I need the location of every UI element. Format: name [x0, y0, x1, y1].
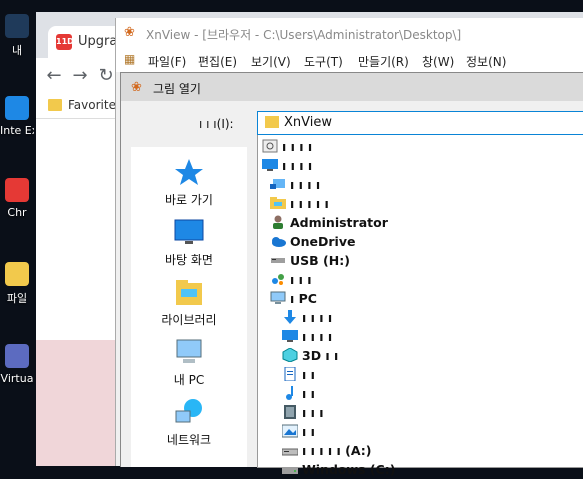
list-item-label: ı ı ı — [302, 405, 324, 420]
bookmark-folder-icon — [48, 99, 62, 111]
network-share-icon — [270, 177, 286, 191]
menu-item[interactable]: 보기(V) — [251, 53, 291, 70]
place-label: 바로 가기 — [165, 193, 213, 207]
look-in-dropdown[interactable]: XnView — [257, 111, 583, 135]
list-item-label: ı ı ı ı — [290, 177, 321, 192]
dialog-title: 그림 열기 — [153, 82, 201, 96]
place-label: 바탕 화면 — [165, 253, 213, 267]
desktop-shortcut-label: Chr — [7, 206, 27, 219]
menu-app-icon[interactable]: ▦ — [124, 52, 140, 68]
list-item-label: ı ı ı ı — [282, 139, 313, 154]
list-item-label: Windows (C:) — [302, 462, 396, 477]
list-item-label: ı ı — [302, 386, 315, 401]
menu-item[interactable]: 정보(N) — [466, 53, 506, 70]
library-icon — [173, 277, 205, 307]
3d-objects-icon — [282, 347, 298, 363]
look-in-dropdown-list: ı ı ı ı ı ı ı ı ı ı ı ı ı ı ı ı ı Administra… — [257, 135, 583, 477]
forward-arrow-icon[interactable]: → — [68, 64, 92, 88]
place-label: 라이브러리 — [161, 313, 217, 327]
folder-icon — [265, 116, 279, 128]
recent-icon — [262, 139, 278, 153]
look-in-value: XnView — [284, 115, 332, 130]
desktop-shortcut-label: 내 — [11, 44, 23, 57]
place-desktop[interactable]: 바탕 화면 — [131, 217, 247, 268]
list-item-label: OneDrive — [290, 234, 356, 249]
desktop-shortcut-icon — [5, 262, 29, 286]
usb-drive-icon — [270, 253, 286, 267]
desktop-shortcut[interactable]: 내 — [0, 14, 34, 58]
xnview-logo-icon: ❀ — [124, 25, 135, 40]
menu-item[interactable]: 창(W) — [422, 53, 454, 70]
list-item-label: ı ı — [302, 367, 315, 382]
network-icon — [173, 397, 205, 427]
document-icon — [282, 366, 298, 382]
place-label: 내 PC — [173, 373, 205, 387]
menu-item[interactable]: 편집(E) — [198, 53, 237, 70]
menu-item[interactable]: 도구(T) — [304, 53, 343, 70]
download-icon — [282, 310, 298, 324]
place-star[interactable]: 바로 가기 — [131, 157, 247, 208]
list-item-label: ı ı — [302, 424, 315, 439]
desktop-shortcut-label: Inte Exp — [0, 124, 34, 137]
desktop-icon — [262, 158, 278, 172]
list-item-label: ı ı ı ı — [302, 310, 333, 325]
picture-icon — [281, 424, 299, 438]
desktop-shortcut-label: Virtua — [0, 372, 34, 385]
list-item-label: ı ı ı — [290, 272, 312, 287]
desktop-icon — [173, 217, 205, 247]
list-item-label: ı PC — [290, 291, 317, 306]
desktop-shortcut[interactable]: Inte Exp — [0, 96, 34, 137]
video-icon — [282, 405, 298, 419]
desktop-shortcut-icon — [5, 344, 29, 368]
tab-favicon-icon: 11D — [56, 34, 74, 50]
menu-item[interactable]: 만들기(R) — [358, 53, 409, 70]
star-icon — [173, 157, 205, 187]
user-icon — [270, 215, 286, 229]
place-computer[interactable]: 내 PC — [131, 337, 247, 388]
xnview-logo-icon: ❀ — [131, 80, 142, 95]
desktop-shortcut-icon — [5, 96, 29, 120]
dialog-title-bar: ❀ 그림 열기 — [121, 73, 583, 101]
desktop-shortcut-icon — [5, 178, 29, 202]
list-item-label: ı ı ı ı ı (A:) — [302, 443, 372, 458]
open-picture-dialog: ❀ 그림 열기 ı ı ı(I): 바로 가기바탕 화면라이브러리내 PC 네트워… — [120, 72, 583, 477]
hard-drive-icon — [282, 462, 298, 476]
list-item-label: Administrator — [290, 215, 388, 230]
place-network[interactable]: 네트워크 — [131, 397, 247, 448]
desktop-shortcut-label: 파일 — [6, 292, 28, 305]
cloud-icon — [270, 234, 286, 248]
place-label: 네트워크 — [166, 433, 212, 447]
list-item-label: ı ı ı ı — [302, 329, 333, 344]
computer-icon — [270, 291, 286, 305]
xnview-title-bar: ❀ XnView - [브라우저 - C:\Users\Administrato… — [116, 18, 583, 48]
desktop-shortcut[interactable]: 파일 — [0, 262, 34, 306]
list-item-label: 3D ı ı — [302, 348, 339, 363]
floppy-drive-icon — [281, 443, 299, 457]
folder-icon — [270, 196, 286, 210]
desktop-icon — [282, 329, 298, 343]
look-in-label: ı ı ı(I): — [199, 117, 234, 131]
desktop-shortcut-icon — [5, 14, 29, 38]
xnview-menu-bar: ▦ 파일(F) 편집(E) 보기(V) 도구(T) 만들기(R) 창(W) 정보(N) — [116, 48, 583, 72]
places-bar: 바로 가기바탕 화면라이브러리내 PC 네트워크 — [131, 147, 247, 467]
back-arrow-icon[interactable]: ← — [42, 64, 66, 88]
desktop-shortcut[interactable]: Virtua — [0, 344, 34, 385]
xnview-title: XnView - [브라우저 - C:\Users\Administrator\… — [146, 28, 462, 42]
computer-icon — [173, 337, 205, 367]
music-icon — [282, 386, 298, 400]
list-item-label: ı ı ı ı ı — [290, 196, 329, 211]
list-item-label: ı ı ı ı — [282, 158, 313, 173]
list-item-label: USB (H:) — [290, 253, 350, 268]
homegroup-icon — [270, 272, 286, 286]
menu-item[interactable]: 파일(F) — [148, 53, 186, 70]
desktop-shortcut[interactable]: Chr — [0, 178, 34, 219]
place-library[interactable]: 라이브러리 — [131, 277, 247, 328]
